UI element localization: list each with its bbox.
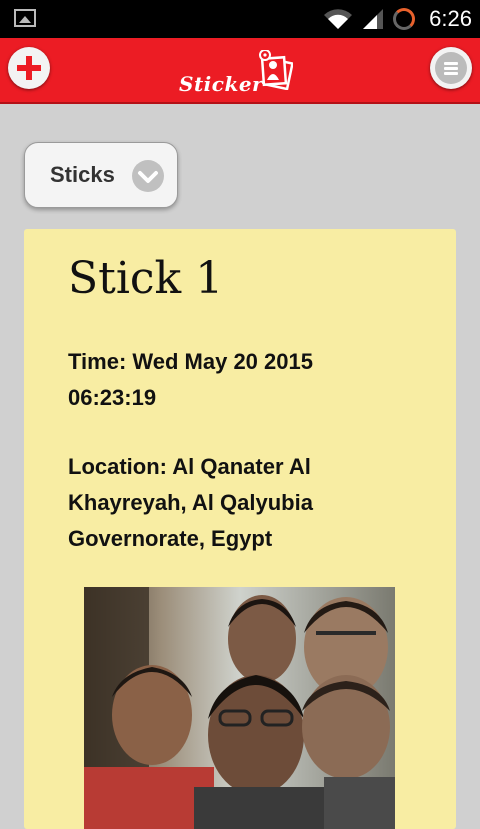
app-logo: Sticker xyxy=(175,40,305,102)
app-bar: Sticker xyxy=(0,38,480,104)
sticks-dropdown[interactable]: Sticks xyxy=(24,142,178,208)
menu-button[interactable] xyxy=(430,47,472,89)
group-selfie-photo[interactable] xyxy=(84,587,395,829)
stick-time: Time: Wed May 20 2015 06:23:19 xyxy=(68,349,313,410)
stick-title: Stick 1 xyxy=(68,253,224,304)
add-button[interactable] xyxy=(8,47,50,89)
status-bar: 6:26 xyxy=(0,0,480,38)
signal-icon xyxy=(363,9,384,29)
wifi-icon xyxy=(324,9,353,29)
gallery-icon xyxy=(14,9,36,27)
stick-location: Location: Al Qanater Al Khayreyah, Al Qa… xyxy=(68,454,313,551)
logo-text: Sticker xyxy=(179,72,264,96)
clock: 6:26 xyxy=(429,6,472,31)
chevron-down-icon xyxy=(132,160,164,192)
stick-card[interactable]: Stick 1 Time: Wed May 20 2015 06:23:19 L… xyxy=(24,229,456,829)
sync-icon xyxy=(393,8,416,30)
photo-stack-icon xyxy=(259,50,293,90)
menu-icon xyxy=(435,52,467,84)
dropdown-label: Sticks xyxy=(50,162,115,187)
